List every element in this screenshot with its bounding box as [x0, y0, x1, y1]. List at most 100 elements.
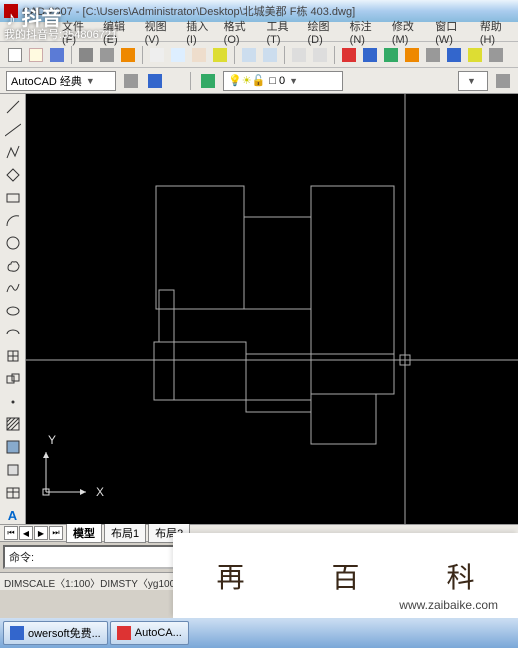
- tab-prev-button[interactable]: ◀: [19, 526, 33, 540]
- lock-icon: 🔓: [252, 74, 266, 87]
- workspace-settings-button[interactable]: [122, 72, 140, 90]
- work-area: A X Y: [0, 94, 518, 524]
- zoom-button[interactable]: [311, 46, 329, 64]
- floorplan-rect: [246, 354, 311, 412]
- floorplan-rect: [311, 186, 394, 354]
- hatch-tool[interactable]: [4, 416, 22, 434]
- ellipse-tool[interactable]: [4, 302, 22, 320]
- menu-insert[interactable]: 插入(I): [184, 18, 219, 46]
- region-tool[interactable]: [4, 461, 22, 479]
- layer-combo[interactable]: 💡 ☀ 🔓 □ 0 ▼: [223, 71, 343, 91]
- workspace-lock-button[interactable]: [146, 72, 164, 90]
- polyline-tool[interactable]: [4, 143, 22, 161]
- layer-value: □ 0: [269, 75, 285, 87]
- floorplan-rect: [244, 217, 311, 309]
- cut-button[interactable]: [148, 46, 166, 64]
- floorplan-geometry: [154, 186, 394, 444]
- spline-tool[interactable]: [4, 280, 22, 298]
- other-button[interactable]: [361, 46, 379, 64]
- point-tool[interactable]: [4, 393, 22, 411]
- toolbar-sep: [71, 46, 72, 64]
- floorplan-rect: [159, 290, 174, 342]
- menu-help[interactable]: 帮助(H): [478, 18, 518, 46]
- other-button[interactable]: [340, 46, 358, 64]
- block-make-tool[interactable]: [4, 370, 22, 388]
- new-button[interactable]: [6, 46, 24, 64]
- toolbar-sep: [142, 46, 143, 64]
- sun-icon: ☀: [242, 74, 252, 87]
- rectangle-tool[interactable]: [4, 189, 22, 207]
- mtext-tool[interactable]: A: [4, 506, 22, 524]
- block-insert-tool[interactable]: [4, 348, 22, 366]
- zaibaike-char-1: 再: [216, 556, 244, 596]
- linetype-button[interactable]: [494, 72, 512, 90]
- pan-button[interactable]: [290, 46, 308, 64]
- color-combo[interactable]: ▼: [458, 71, 488, 91]
- other-button[interactable]: [382, 46, 400, 64]
- menu-modify[interactable]: 修改(M): [390, 18, 431, 46]
- toolbar-sep: [234, 46, 235, 64]
- menu-draw[interactable]: 绘图(D): [305, 18, 345, 46]
- tab-first-button[interactable]: ⏮: [4, 526, 18, 540]
- open-button[interactable]: [27, 46, 45, 64]
- other-button[interactable]: [445, 46, 463, 64]
- copy-button[interactable]: [169, 46, 187, 64]
- canvas-svg: X Y: [26, 94, 518, 524]
- arc-tool[interactable]: [4, 211, 22, 229]
- menu-dim[interactable]: 标注(N): [348, 18, 388, 46]
- circle-tool[interactable]: [4, 234, 22, 252]
- line-tool[interactable]: [4, 98, 22, 116]
- paste-button[interactable]: [190, 46, 208, 64]
- other-button[interactable]: [466, 46, 484, 64]
- layer-manager-button[interactable]: [199, 72, 217, 90]
- plot-preview-button[interactable]: [98, 46, 116, 64]
- taskbar-item-apowersoft[interactable]: owersoft免费...: [3, 621, 108, 645]
- save-button[interactable]: [48, 46, 66, 64]
- zaibaike-char-3: 科: [446, 556, 474, 596]
- autocad-icon: [117, 626, 131, 640]
- floorplan-rect: [154, 342, 246, 400]
- menu-tools[interactable]: 工具(T): [264, 18, 303, 46]
- chevron-down-icon: ▼: [467, 76, 476, 86]
- help-button[interactable]: [487, 46, 505, 64]
- publish-button[interactable]: [119, 46, 137, 64]
- ucs-icon: [43, 452, 86, 495]
- command-prompt: 命令:: [9, 549, 34, 565]
- tab-next-button[interactable]: ▶: [34, 526, 48, 540]
- douyin-id: 我的抖音号:354806721: [4, 26, 117, 42]
- menu-format[interactable]: 格式(O): [222, 18, 263, 46]
- toolbar-sep: [284, 46, 285, 64]
- status-text: DIMSCALE〈1:100〉DIMSTY〈yg100〉: [4, 579, 185, 590]
- chevron-down-icon: ▼: [289, 76, 298, 86]
- polygon-tool[interactable]: [4, 166, 22, 184]
- ellipse-arc-tool[interactable]: [4, 325, 22, 343]
- tab-layout1[interactable]: 布局1: [104, 523, 146, 543]
- workspace-toolbar: AutoCAD 经典 ▼ 💡 ☀ 🔓 □ 0 ▼ ▼: [0, 68, 518, 94]
- standard-toolbar: [0, 42, 518, 68]
- gradient-tool[interactable]: [4, 438, 22, 456]
- redo-button[interactable]: [261, 46, 279, 64]
- menu-window[interactable]: 窗口(W): [433, 18, 476, 46]
- undo-button[interactable]: [240, 46, 258, 64]
- other-button[interactable]: [424, 46, 442, 64]
- app-icon: [10, 626, 24, 640]
- ucs-y-label: Y: [48, 433, 56, 447]
- floorplan-rect: [311, 394, 376, 444]
- match-prop-button[interactable]: [211, 46, 229, 64]
- lightbulb-icon: 💡: [228, 74, 242, 87]
- xline-tool[interactable]: [4, 121, 22, 139]
- drawing-canvas[interactable]: X Y: [26, 94, 518, 524]
- print-button[interactable]: [77, 46, 95, 64]
- workspace-combo[interactable]: AutoCAD 经典 ▼: [6, 71, 116, 91]
- toolbar-sep: [190, 72, 191, 90]
- revcloud-tool[interactable]: [4, 257, 22, 275]
- tab-last-button[interactable]: ⏭: [49, 526, 63, 540]
- menu-view[interactable]: 视图(V): [143, 18, 183, 46]
- taskbar-item-autocad[interactable]: AutoCA...: [110, 621, 189, 645]
- zaibaike-watermark: 再 百 科 www.zaibaike.com: [173, 533, 518, 618]
- other-button[interactable]: [403, 46, 421, 64]
- table-tool[interactable]: [4, 484, 22, 502]
- tab-model[interactable]: 模型: [66, 523, 102, 543]
- floorplan-rect: [156, 186, 244, 309]
- windows-taskbar: owersoft免费... AutoCA...: [0, 618, 518, 648]
